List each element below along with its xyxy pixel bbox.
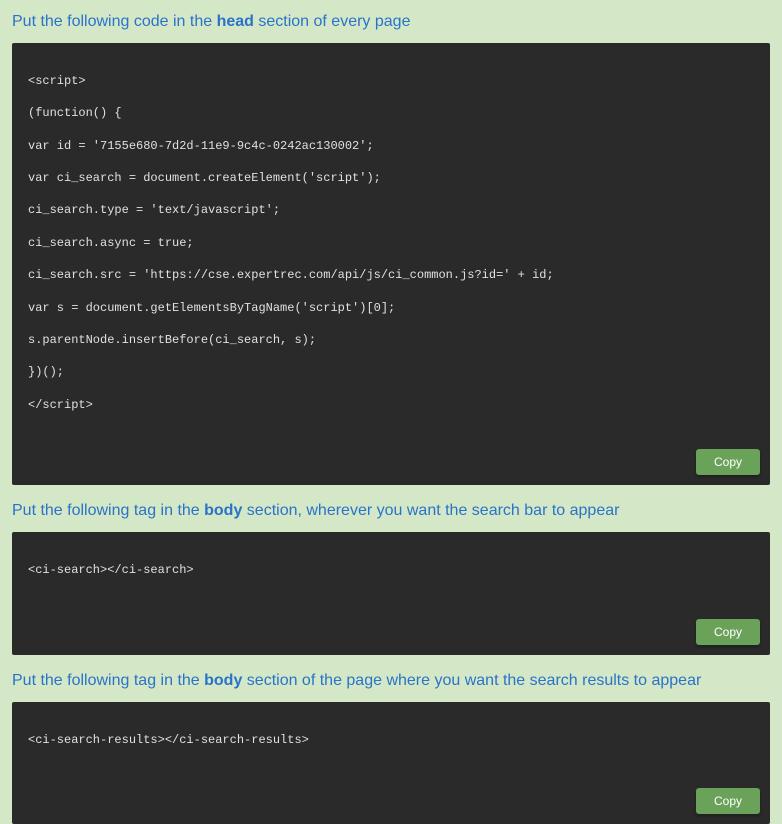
heading-text-pre: Put the following tag in the [12,502,204,519]
code-block-search-bar: <ci-search></ci-search> Copy [12,532,770,655]
section1-heading: Put the following code in the head secti… [12,12,770,33]
code-block-head: <script> (function() { var id = '7155e68… [12,43,770,486]
section2-heading: Put the following tag in the body sectio… [12,501,770,522]
heading-text-post: section of every page [254,13,411,30]
heading-text-bold: head [217,13,254,30]
code-line: ci_search.async = true; [28,235,754,251]
heading-text-bold: body [204,672,242,689]
section3-heading: Put the following tag in the body sectio… [12,671,770,692]
code-block-search-results: <ci-search-results></ci-search-results> … [12,702,770,824]
code-line: ci_search.type = 'text/javascript'; [28,202,754,218]
code-line: var ci_search = document.createElement('… [28,170,754,186]
code-line: (function() { [28,105,754,121]
code-line: <ci-search></ci-search> [28,562,754,578]
copy-button[interactable]: Copy [696,449,760,475]
heading-text-post: section of the page where you want the s… [242,672,701,689]
code-line: })(); [28,364,754,380]
code-line: s.parentNode.insertBefore(ci_search, s); [28,332,754,348]
code-line: var id = '7155e680-7d2d-11e9-9c4c-0242ac… [28,138,754,154]
code-line: ci_search.src = 'https://cse.expertrec.c… [28,267,754,283]
heading-text-post: section, wherever you want the search ba… [242,502,619,519]
copy-button[interactable]: Copy [696,619,760,645]
code-line: <ci-search-results></ci-search-results> [28,732,754,748]
heading-text-pre: Put the following tag in the [12,672,204,689]
code-line: var s = document.getElementsByTagName('s… [28,300,754,316]
copy-button[interactable]: Copy [696,788,760,814]
heading-text-pre: Put the following code in the [12,13,217,30]
code-line: </script> [28,397,754,413]
code-line: <script> [28,73,754,89]
heading-text-bold: body [204,502,242,519]
